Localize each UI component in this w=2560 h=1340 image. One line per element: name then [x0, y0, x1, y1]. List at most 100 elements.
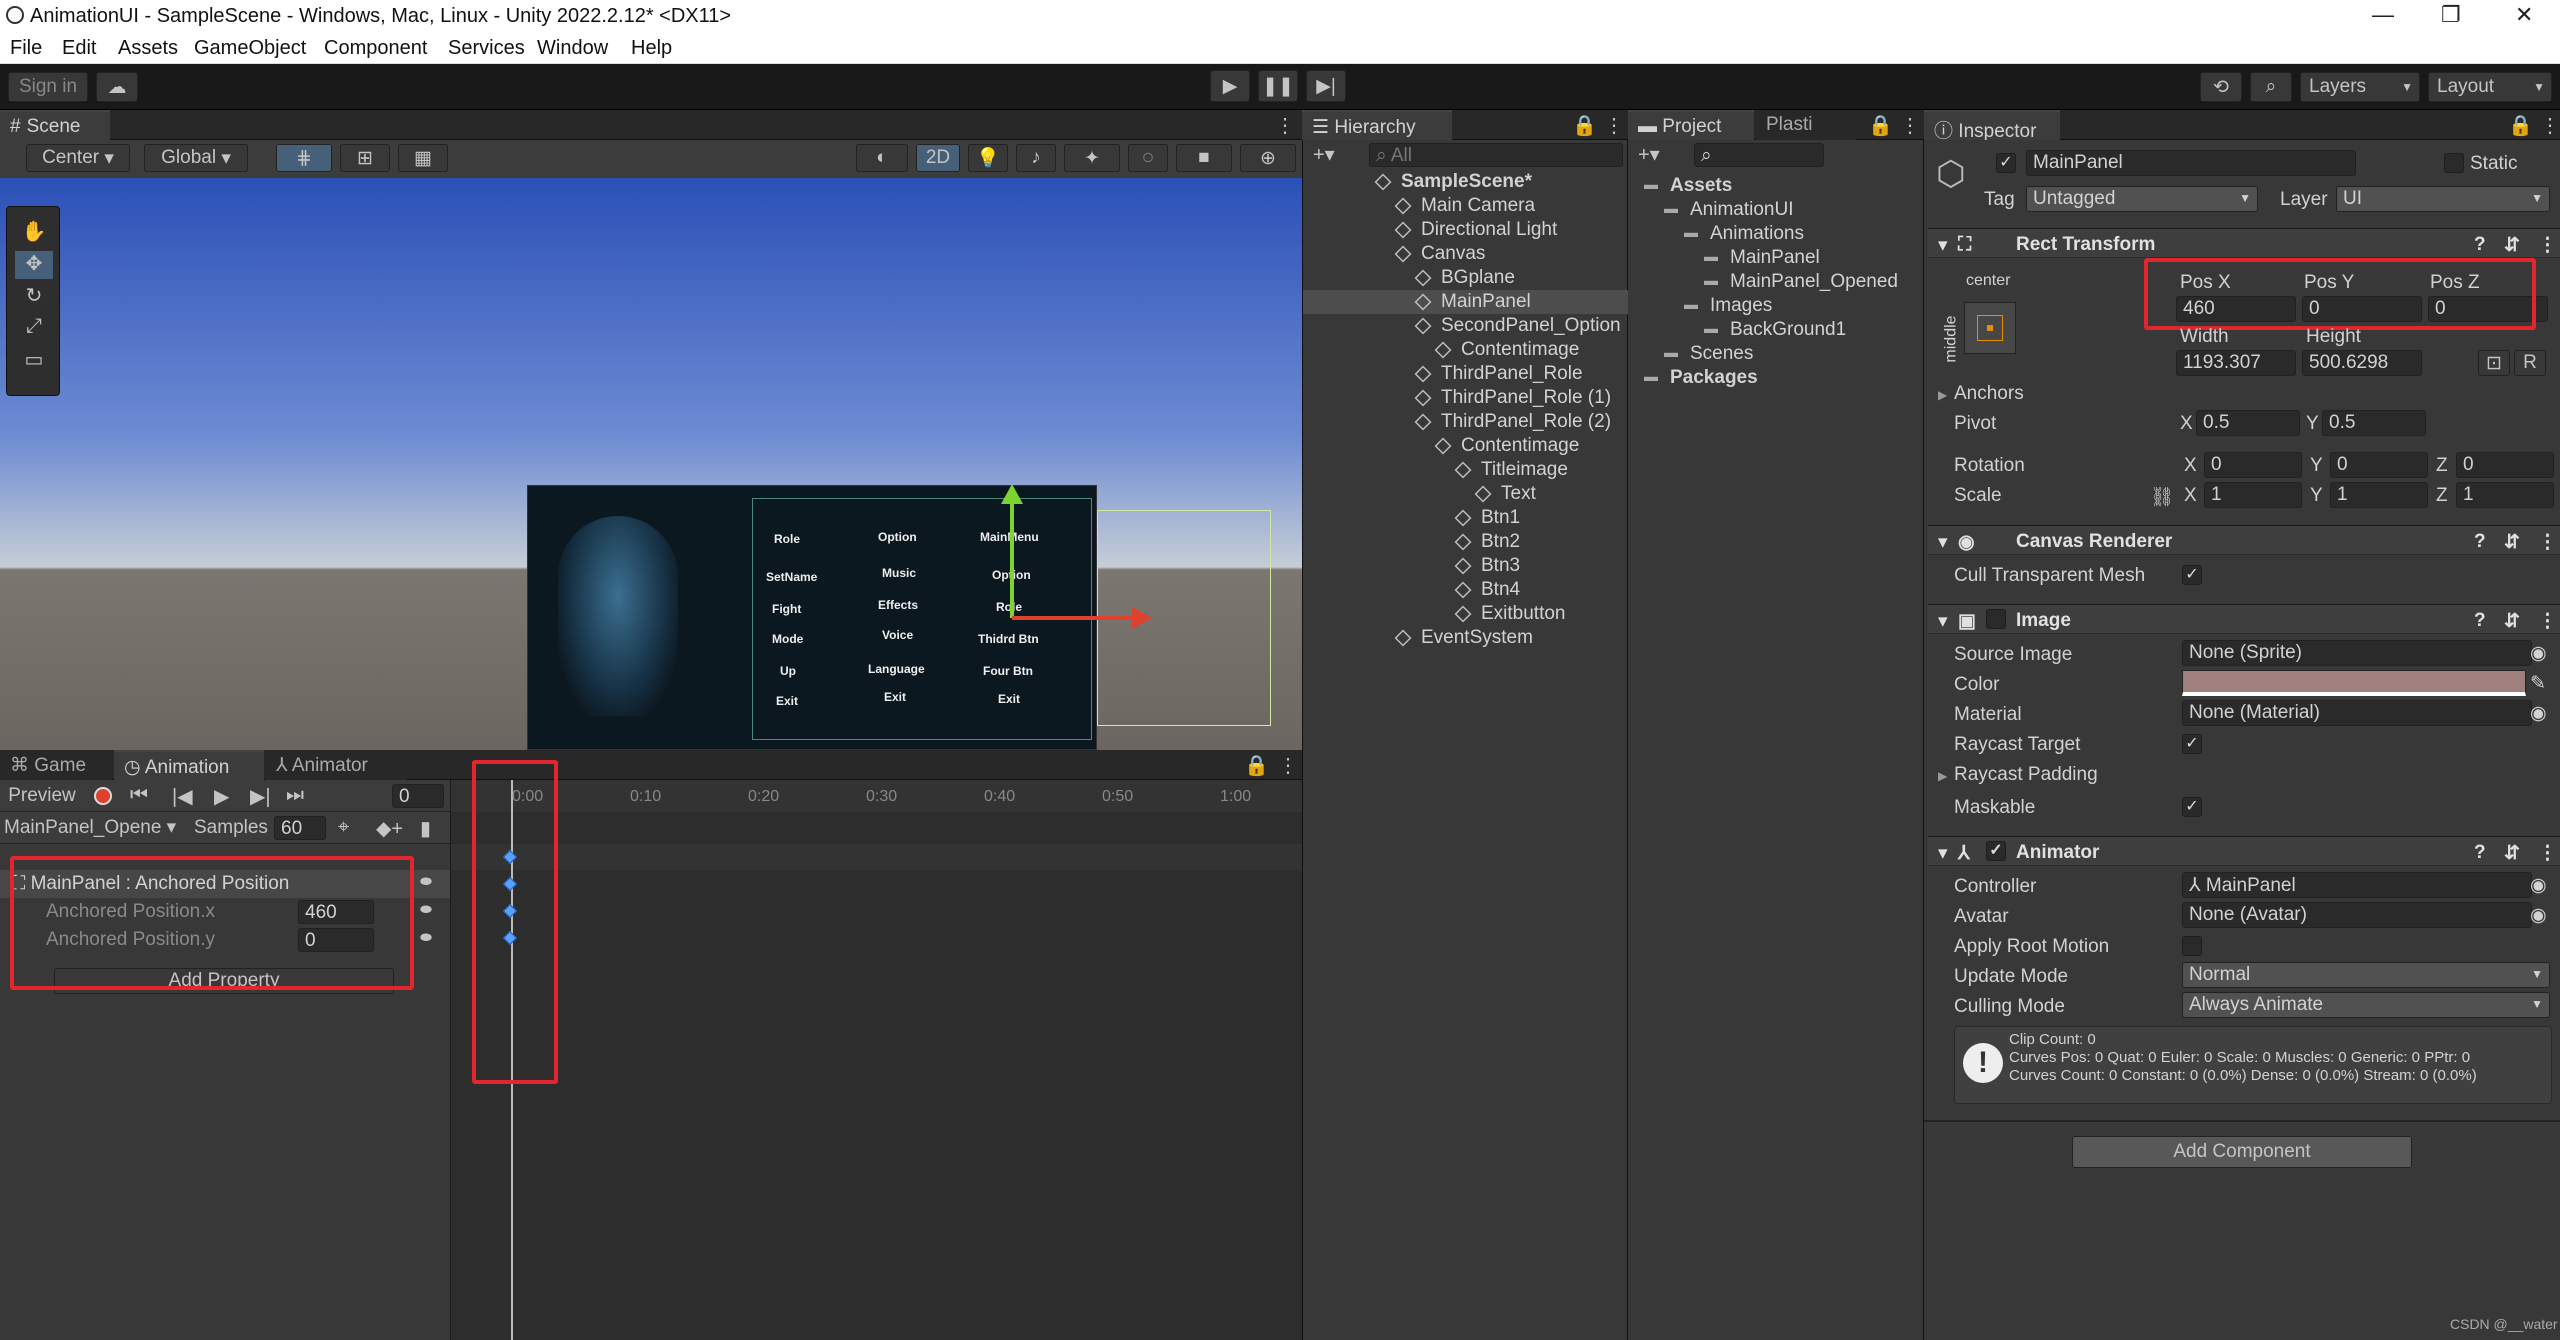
prev-key-icon[interactable]: |◀ [172, 784, 193, 809]
move-gizmo-x-arrow[interactable] [1132, 607, 1152, 629]
preset-icon[interactable]: ⇵ [2504, 610, 2520, 633]
tab-animation[interactable]: ◷ Animation [114, 750, 264, 780]
close-icon[interactable]: ✕ [2515, 2, 2533, 28]
minimize-icon[interactable]: — [2372, 2, 2394, 28]
sign-in-button[interactable]: Sign in [8, 72, 88, 102]
scale-x-field[interactable]: 1 [2204, 482, 2302, 508]
help-icon[interactable]: ? [2474, 610, 2486, 632]
hierarchy-item[interactable]: Exitbutton [1303, 602, 1629, 626]
blueprint-mode-icon[interactable]: ⊡ [2478, 350, 2510, 376]
hierarchy-item[interactable]: MainPanel [1303, 290, 1629, 314]
dopesheet[interactable] [450, 780, 1303, 1340]
tab-scene[interactable]: # Scene [0, 110, 110, 140]
space-dropdown[interactable]: Global ▾ [144, 144, 248, 172]
help-icon[interactable]: ? [2474, 234, 2486, 256]
add-event-icon[interactable]: ▮ [420, 816, 431, 841]
maximize-icon[interactable]: ❐ [2441, 2, 2461, 28]
move-tool-icon[interactable]: ✥ [15, 251, 53, 279]
hierarchy-item[interactable]: Contentimage [1303, 434, 1629, 458]
width-field[interactable]: 1193.307 [2176, 350, 2296, 376]
move-gizmo-y-axis[interactable] [1010, 494, 1014, 618]
menu-assets[interactable]: Assets [118, 37, 178, 60]
object-picker-icon[interactable]: ◉ [2530, 904, 2547, 927]
image-header[interactable]: ▾ ▣ Image? ⇵ ⋮ [1928, 604, 2560, 634]
rect-tool-icon[interactable]: ▭ [15, 347, 53, 375]
hierarchy-item[interactable]: Btn2 [1303, 530, 1629, 554]
hierarchy-item[interactable]: EventSystem [1303, 626, 1629, 650]
next-key-icon[interactable]: ▶| [250, 784, 271, 809]
more-icon[interactable]: ⋮ [1900, 113, 1920, 138]
search-icon[interactable]: ⌕ [2250, 72, 2292, 102]
last-key-icon[interactable]: ⏭ [286, 784, 304, 807]
hierarchy-item[interactable]: ThirdPanel_Role (2) [1303, 410, 1629, 434]
tab-game[interactable]: ⌘ Game [0, 750, 112, 780]
tag-dropdown[interactable]: Untagged ▼ [2026, 186, 2258, 212]
move-gizmo-y-arrow[interactable] [1001, 484, 1023, 504]
more-icon[interactable]: ⋮ [2540, 113, 2560, 138]
preset-icon[interactable]: ⇵ [2504, 842, 2520, 865]
hierarchy-item[interactable]: Btn4 [1303, 578, 1629, 602]
project-search-input[interactable]: ⌕ [1694, 143, 1824, 167]
tab-project[interactable]: ▬ Project [1628, 110, 1754, 140]
scale-tool-icon[interactable]: ⤢ [15, 315, 53, 343]
material-field[interactable]: None (Material) [2182, 700, 2532, 726]
layer-dropdown[interactable]: UI ▼ [2336, 186, 2550, 212]
menu-component[interactable]: Component [324, 37, 427, 60]
more-icon[interactable]: ⋮ [1278, 753, 1298, 778]
keyframe-filter-icon[interactable]: ⌖ [338, 816, 349, 839]
menu-edit[interactable]: Edit [62, 37, 96, 60]
preview-button[interactable]: Preview [2, 782, 82, 810]
scale-z-field[interactable]: 1 [2456, 482, 2554, 508]
raw-edit-icon[interactable]: R [2514, 350, 2546, 376]
rect-transform-header[interactable]: ▾ ⛶ Rect Transform? ⇵ ⋮ [1928, 228, 2560, 258]
help-icon[interactable]: ? [2474, 531, 2486, 553]
gizmos-icon[interactable]: ⊕ [1240, 144, 1296, 172]
property-options-icon[interactable]: ⬬ [420, 929, 432, 946]
step-icon[interactable]: ▶| [1306, 70, 1346, 102]
more-icon[interactable]: ⋮ [2538, 234, 2557, 257]
lock-icon[interactable]: 🔒 [2508, 113, 2533, 138]
object-picker-icon[interactable]: ◉ [2530, 874, 2547, 897]
property-options-icon[interactable]: ⬬ [420, 901, 432, 918]
anchor-preset-button[interactable] [1964, 302, 2016, 354]
camera-icon[interactable]: ■ [1176, 144, 1232, 172]
maskable-checkbox[interactable]: ✓ [2182, 797, 2202, 817]
grid-snap-icon[interactable]: ⋕ [276, 144, 332, 172]
hierarchy-item[interactable]: Main Camera [1303, 194, 1629, 218]
add-icon[interactable]: +▾ [1638, 142, 1660, 167]
hierarchy-item[interactable]: SampleScene* [1303, 170, 1629, 194]
move-gizmo-x-axis[interactable] [1012, 616, 1136, 620]
rotation-z-field[interactable]: 0 [2456, 452, 2554, 478]
help-icon[interactable]: ? [2474, 842, 2486, 864]
menu-help[interactable]: Help [631, 37, 672, 60]
menu-gameobject[interactable]: GameObject [194, 37, 306, 60]
frame-field[interactable]: 0 [392, 784, 444, 808]
more-icon[interactable]: ⋮ [2538, 531, 2557, 554]
hand-tool-icon[interactable]: ✋ [15, 219, 53, 247]
link-icon[interactable]: ⛓ [2150, 485, 2174, 509]
hierarchy-item[interactable]: Canvas [1303, 242, 1629, 266]
menu-services[interactable]: Services [448, 37, 525, 60]
clip-dropdown[interactable]: MainPanel_Opene ▾ [4, 816, 184, 840]
hierarchy-item[interactable]: BGplane [1303, 266, 1629, 290]
lighting-icon[interactable]: 💡 [968, 144, 1008, 172]
raycast-checkbox[interactable]: ✓ [2182, 734, 2202, 754]
hierarchy-item[interactable]: Text [1303, 482, 1629, 506]
color-swatch[interactable] [2182, 670, 2526, 696]
lock-icon[interactable]: 🔒 [1244, 753, 1269, 778]
shading-mode-icon[interactable]: ◐ [856, 144, 908, 172]
snap-increment-icon[interactable]: ⊞ [340, 144, 390, 172]
menu-window[interactable]: Window [537, 37, 608, 60]
cull-checkbox[interactable]: ✓ [2182, 565, 2202, 585]
preset-icon[interactable]: ⇵ [2504, 234, 2520, 257]
add-component-button[interactable]: Add Component [2072, 1136, 2412, 1168]
tab-hierarchy[interactable]: ☰ Hierarchy [1302, 110, 1452, 140]
add-icon[interactable]: +▾ [1313, 142, 1335, 167]
more-icon[interactable]: ⋮ [1275, 113, 1295, 138]
history-icon[interactable]: ⟲ [2200, 72, 2242, 102]
project-item[interactable]: ▬ Packages [1628, 366, 1924, 390]
audio-icon[interactable]: ♪ [1016, 144, 1056, 172]
project-item[interactable]: ▬ Animations [1628, 222, 1924, 246]
object-picker-icon[interactable]: ◉ [2530, 642, 2547, 665]
tab-inspector[interactable]: ⓘ Inspector [1924, 110, 2060, 142]
